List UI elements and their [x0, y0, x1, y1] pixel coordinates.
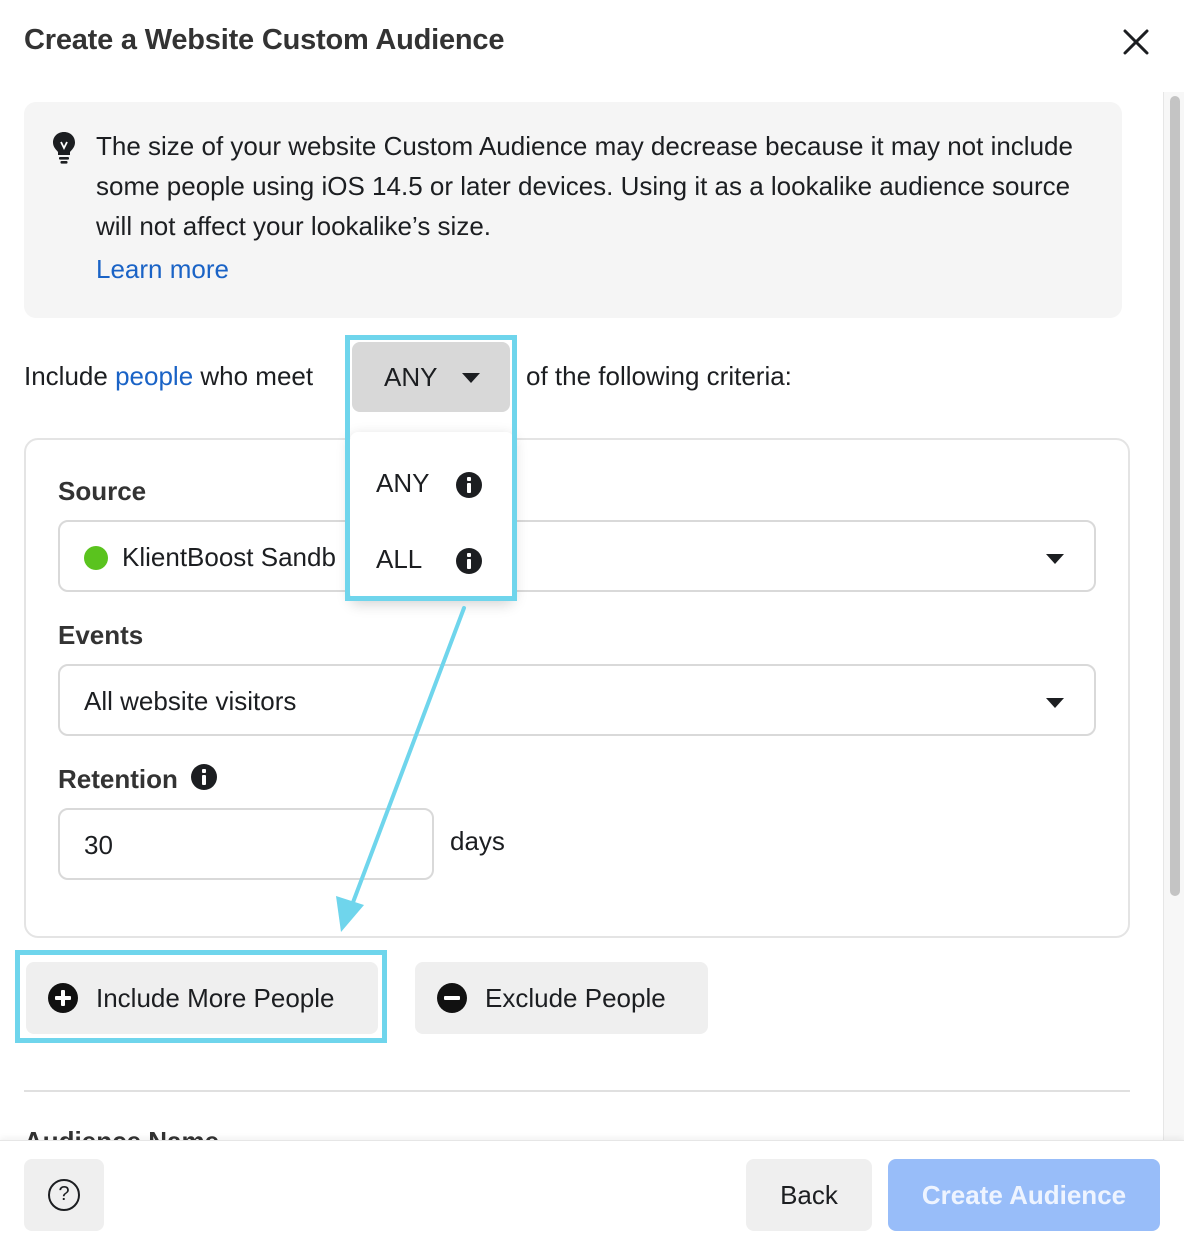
back-button[interactable]: Back — [746, 1159, 872, 1231]
retention-label-text: Retention — [58, 764, 178, 794]
retention-label: Retention — [58, 764, 218, 795]
who-meet-text: who meet — [193, 361, 314, 391]
ios-notice-banner: The size of your website Custom Audience… — [24, 102, 1122, 318]
menu-item-any[interactable]: ANY — [350, 442, 514, 512]
create-label: Create Audience — [921, 1180, 1127, 1210]
custom-audience-dialog: Create a Website Custom Audience The siz… — [0, 0, 1184, 1246]
audience-name-label: Audience Name — [24, 1126, 219, 1140]
match-type-menu: ANY ALL — [350, 432, 514, 600]
plus-circle-icon — [48, 983, 78, 1013]
section-divider — [24, 1090, 1130, 1092]
source-select[interactable]: KlientBoost Sandb — [58, 520, 1096, 592]
help-button[interactable]: ? — [24, 1159, 104, 1231]
info-icon[interactable] — [191, 764, 218, 791]
learn-more-link[interactable]: Learn more — [96, 254, 229, 285]
status-dot-icon — [84, 546, 108, 570]
caret-down-icon — [462, 373, 480, 383]
dialog-footer: ? Back Create Audience — [0, 1140, 1184, 1246]
source-label: Source — [58, 476, 147, 506]
criteria-sentence: Include people who meet of the following… — [24, 356, 1124, 396]
caret-down-icon — [1046, 554, 1064, 564]
help-icon: ? — [48, 1179, 80, 1211]
events-value: All website visitors — [84, 686, 297, 716]
people-link[interactable]: people — [115, 361, 193, 391]
caret-down-icon — [1046, 698, 1064, 708]
create-audience-button[interactable]: Create Audience — [888, 1159, 1160, 1231]
dialog-title: Create a Website Custom Audience — [24, 24, 505, 56]
include-more-people-button[interactable]: Include More People — [26, 962, 378, 1034]
match-type-value: ANY — [384, 362, 438, 392]
include-text: Include — [24, 361, 116, 391]
retention-value: 30 — [84, 830, 113, 860]
notice-text: The size of your website Custom Audience… — [96, 131, 1073, 241]
retention-input[interactable]: 30 — [58, 808, 434, 880]
menu-item-label: ALL — [376, 544, 423, 574]
close-button[interactable] — [1116, 22, 1156, 62]
include-more-label: Include More People — [96, 983, 335, 1013]
retention-unit: days — [450, 826, 505, 856]
minus-circle-icon — [437, 983, 467, 1013]
exclude-people-button[interactable]: Exclude People — [415, 962, 708, 1034]
source-value: KlientBoost Sandb — [122, 542, 336, 572]
events-select[interactable]: All website visitors — [58, 664, 1096, 736]
scrollbar[interactable] — [1163, 92, 1184, 1142]
criteria-prefix: Include people who meet — [24, 356, 313, 396]
scrollbar-thumb[interactable] — [1170, 96, 1180, 896]
criteria-suffix: of the following criteria: — [526, 361, 792, 391]
close-icon — [1123, 29, 1149, 55]
events-label: Events — [58, 620, 144, 650]
lightbulb-icon — [53, 132, 75, 164]
back-label: Back — [780, 1180, 838, 1210]
menu-item-label: ANY — [376, 468, 430, 498]
match-type-select[interactable]: ANY — [352, 342, 510, 412]
info-icon[interactable] — [456, 472, 482, 498]
menu-item-all[interactable]: ALL — [350, 518, 514, 588]
exclude-label: Exclude People — [485, 983, 666, 1013]
info-icon[interactable] — [456, 548, 482, 574]
